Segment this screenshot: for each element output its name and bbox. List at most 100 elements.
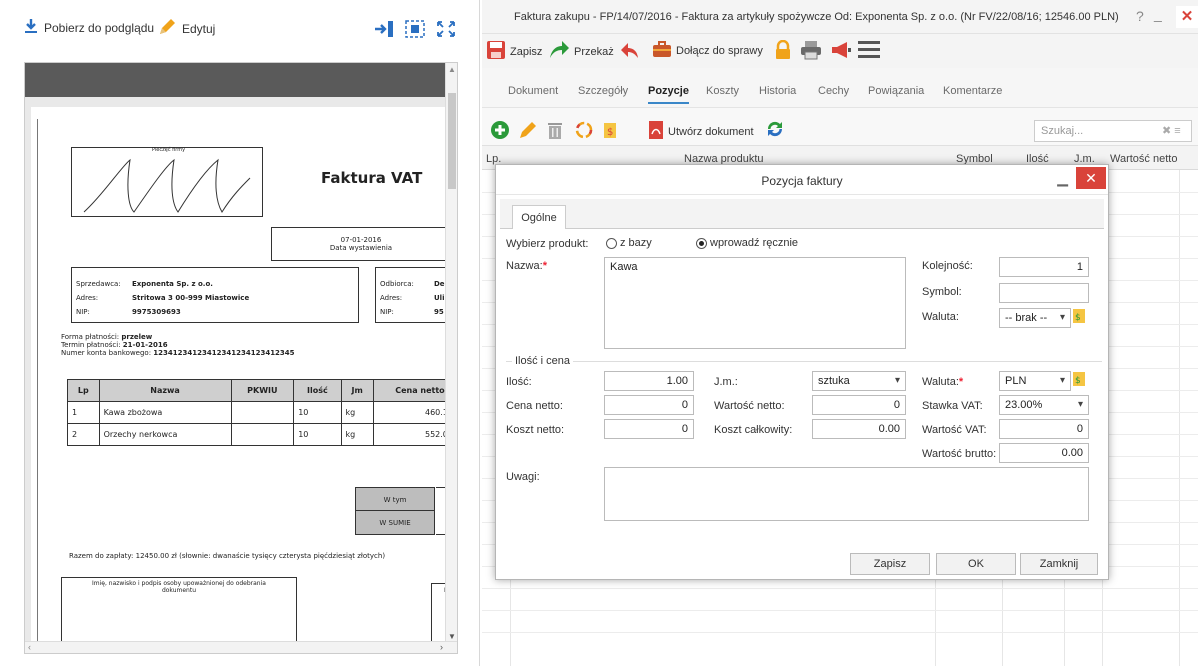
invoice-col-header: Ilość xyxy=(293,379,342,402)
dialog-close-text-button[interactable]: Zamknij xyxy=(1020,553,1098,575)
col-net-value[interactable]: Wartość netto xyxy=(1110,153,1177,165)
announce-toolbar-button[interactable] xyxy=(830,40,852,63)
radio-selected-icon xyxy=(696,237,707,249)
menu-toolbar-button[interactable] xyxy=(858,40,880,61)
vertical-scrollbar[interactable]: ▲ ▼ xyxy=(445,63,457,643)
radio-from-db[interactable]: z bazy xyxy=(606,237,652,249)
invoice-row: 2Orzechy nerkowca 10kg552.03 zł xyxy=(67,423,447,446)
net-value-input[interactable]: 0 xyxy=(812,395,906,415)
dialog-ok-button[interactable]: OK xyxy=(936,553,1016,575)
fullscreen-icon[interactable] xyxy=(436,20,456,41)
unit-label: J.m.: xyxy=(714,376,738,388)
pdf-viewer[interactable]: Pieczęć firmy Faktura VAT 07-01-2016 Dat… xyxy=(24,62,458,654)
currency-select[interactable]: -- brak -- xyxy=(999,308,1071,328)
tab-ogolne[interactable]: Ogólne xyxy=(512,205,566,229)
name-textarea[interactable]: Kawa xyxy=(604,257,906,349)
forward-toolbar-button[interactable]: Przekaż xyxy=(548,40,614,63)
total-cost-input[interactable]: 0.00 xyxy=(812,419,906,439)
currency-coins-icon[interactable]: $ xyxy=(602,120,620,143)
required-asterisk-icon: * xyxy=(542,260,547,272)
net-price-input[interactable]: 0 xyxy=(604,395,694,415)
close-window-button[interactable]: ✕ xyxy=(1176,6,1198,28)
dialog-save-button[interactable]: Zapisz xyxy=(850,553,930,575)
scroll-down-icon[interactable]: ▼ xyxy=(448,632,456,641)
currency-label: Waluta: xyxy=(922,311,959,323)
dialog-close-button[interactable]: ✕ xyxy=(1076,167,1106,189)
tab-koszty[interactable]: Koszty xyxy=(706,85,739,97)
payment-term-label: Termin płatności: xyxy=(61,341,121,349)
buyer-box: Odbiorca: De Adres: Uli NIP: 95 xyxy=(375,267,447,323)
scroll-thumb[interactable] xyxy=(448,93,456,189)
add-icon[interactable] xyxy=(490,120,510,143)
edit-position-icon[interactable] xyxy=(518,120,538,143)
window-title: Faktura zakupu - FP/14/07/2016 - Faktura… xyxy=(514,11,1119,23)
seller-name: Exponenta Sp. z o.o. xyxy=(132,280,213,288)
attach-to-case-button[interactable]: Dołącz do sprawy xyxy=(652,40,763,61)
minimize-button[interactable]: _ xyxy=(1154,6,1162,22)
undo-toolbar-button[interactable] xyxy=(620,40,640,63)
exchange-rate-icon-2[interactable]: $ xyxy=(1072,371,1086,390)
svg-text:$: $ xyxy=(607,127,613,138)
horizontal-scrollbar[interactable]: ‹ › xyxy=(25,641,457,653)
pdf-icon xyxy=(648,120,664,143)
invoice-col-header: Jm xyxy=(340,379,374,402)
fit-page-icon[interactable] xyxy=(405,20,425,41)
save-toolbar-button[interactable]: Zapisz xyxy=(486,40,542,63)
invoice-cell: 10 xyxy=(293,401,342,424)
lock-toolbar-button[interactable] xyxy=(774,39,792,63)
payment-form: przelew xyxy=(121,333,153,341)
printer-icon xyxy=(800,40,822,63)
clear-search-icon[interactable]: ✖ ≡ xyxy=(1162,124,1181,137)
buyer-nip-label: NIP: xyxy=(380,308,394,316)
edit-button[interactable]: Edytuj xyxy=(158,18,215,39)
unit-select[interactable]: sztuka xyxy=(812,371,906,391)
buyer-nip: 95 xyxy=(434,308,444,316)
pencil-icon xyxy=(158,18,176,39)
exchange-rate-icon[interactable]: $ xyxy=(1072,308,1086,327)
invoice-cell xyxy=(230,401,295,424)
net-cost-label: Koszt netto: xyxy=(506,424,565,436)
vat-rate-select[interactable]: 23.00% xyxy=(999,395,1089,415)
invoice-col-header: Nazwa xyxy=(98,379,232,402)
tab-szczegoly[interactable]: Szczegóły xyxy=(578,85,628,97)
position-dialog: Pozycja faktury ▁ ✕ Ogólne Wybierz produ… xyxy=(495,164,1109,580)
dialog-minimize-button[interactable]: ▁ xyxy=(1057,170,1068,187)
notes-textarea[interactable] xyxy=(604,467,1089,521)
tab-cechy[interactable]: Cechy xyxy=(818,85,849,97)
tab-powiazania[interactable]: Powiązania xyxy=(868,85,924,97)
scroll-up-icon[interactable]: ▲ xyxy=(448,65,456,74)
symbol-input[interactable] xyxy=(999,283,1089,303)
invoice-cell: 460.16 zł xyxy=(372,401,447,424)
seller-address-label: Adres: xyxy=(76,294,99,302)
tab-dokument[interactable]: Dokument xyxy=(508,85,558,97)
tab-komentarze[interactable]: Komentarze xyxy=(943,85,1002,97)
currency2-select[interactable]: PLN xyxy=(999,371,1071,391)
create-document-button[interactable]: Utwórz dokument xyxy=(648,120,754,143)
qty-label: Ilość: xyxy=(506,376,532,388)
scroll-left-icon[interactable]: ‹ xyxy=(28,642,31,652)
order-input[interactable]: 1 xyxy=(999,257,1089,277)
qty-input[interactable]: 1.00 xyxy=(604,371,694,391)
seller-nip-label: NIP: xyxy=(76,308,90,316)
scroll-right-icon[interactable]: › xyxy=(440,642,443,652)
help-button[interactable]: ? xyxy=(1136,8,1144,24)
dialog-tabstrip: Ogólne xyxy=(500,199,1104,229)
lock-icon xyxy=(774,39,792,63)
copy-cycle-icon[interactable] xyxy=(574,120,594,143)
delete-trash-icon[interactable] xyxy=(546,120,564,143)
refresh-icon[interactable] xyxy=(764,118,786,143)
save-icon xyxy=(486,40,506,63)
download-preview-button[interactable]: Pobierz do podglądu xyxy=(24,18,154,37)
signature-label: Imię, nazwisko i podpis osoby upoważnion… xyxy=(92,580,266,594)
net-cost-input[interactable]: 0 xyxy=(604,419,694,439)
fit-width-icon[interactable] xyxy=(374,20,394,41)
document-tabs: Dokument Szczegóły Pozycje Koszty Histor… xyxy=(482,68,1198,108)
tab-historia[interactable]: Historia xyxy=(759,85,796,97)
print-toolbar-button[interactable] xyxy=(800,40,822,63)
radio-manual[interactable]: wprowadź ręcznie xyxy=(696,237,798,249)
tab-pozycje[interactable]: Pozycje xyxy=(648,85,689,104)
main-toolbar: Zapisz Przekaż Dołącz do sprawy xyxy=(482,34,1198,68)
vat-value-input[interactable]: 0 xyxy=(999,419,1089,439)
positions-toolbar: $ Utwórz dokument Szukaj... ✖ ≡ xyxy=(482,108,1198,146)
gross-value-input[interactable]: 0.00 xyxy=(999,443,1089,463)
